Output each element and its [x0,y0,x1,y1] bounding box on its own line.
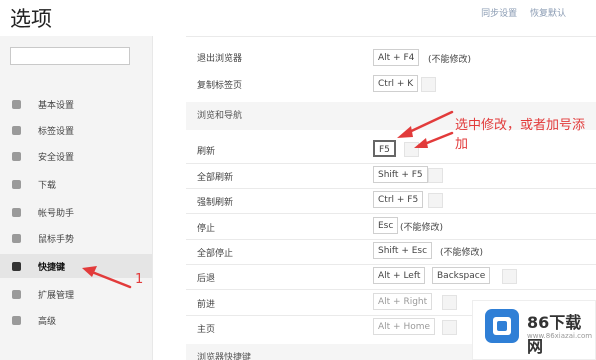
restore-default-link[interactable]: 恢复默认 [530,9,566,19]
row-label-exit: 退出浏览器 [197,54,243,64]
header-links: 同步设置 恢复默认 [471,6,566,19]
sidebar-item-label: 安全设置 [38,152,75,163]
shield-icon [12,151,21,161]
row-label-refresh-all: 全部刷新 [197,173,234,183]
sync-settings-link[interactable]: 同步设置 [481,9,517,19]
key-exit[interactable]: Alt + F4 [373,49,420,66]
divider [186,289,596,290]
sidebar-item-security[interactable]: 安全设置 [0,144,152,168]
sidebar-item-label: 鼠标手势 [38,234,75,245]
key-refresh[interactable]: F5 [373,140,396,157]
add-shortcut-slot[interactable] [421,77,436,92]
key-stop[interactable]: Esc [373,217,399,234]
key-copy-tab[interactable]: Ctrl + K [373,75,419,92]
sidebar-item-label: 帐号助手 [38,208,75,219]
sidebar-item-download[interactable]: 下载 [0,172,152,196]
sidebar-item-label: 扩展管理 [38,290,75,301]
key-home[interactable]: Alt + Home [373,318,436,335]
divider [186,163,596,164]
row-label-back: 后退 [197,274,216,284]
add-shortcut-slot[interactable] [428,168,443,183]
more-icon [12,315,21,325]
note-stop-all: (不能修改) [440,248,484,258]
divider [186,213,596,214]
sidebar-item-basic[interactable]: 基本设置 [0,92,152,116]
sidebar-item-label: 基本设置 [38,100,75,111]
row-label-stop: 停止 [197,224,216,234]
search-input[interactable] [10,47,130,65]
divider [186,264,596,265]
logo-url: www.86xiazai.com [527,332,593,340]
row-label-copy-tab: 复制标签页 [197,81,243,91]
divider [186,239,596,240]
settings-icon [12,99,21,109]
sidebar: 基本设置 标签设置 安全设置 下载 帐号助手 鼠标手势 快捷键 扩展管理 高级 [0,36,153,360]
sidebar-item-mouse[interactable]: 鼠标手势 [0,226,152,250]
key-forward[interactable]: Alt + Right [373,293,433,310]
add-shortcut-slot[interactable] [428,193,443,208]
row-label-stop-all: 全部停止 [197,249,234,259]
key-force-refresh[interactable]: Ctrl + F5 [373,191,424,208]
row-label-home: 主页 [197,325,216,335]
sidebar-item-label: 下载 [38,180,57,191]
key-back[interactable]: Alt + Left [373,267,426,284]
key-icon [12,207,21,217]
note-stop: (不能修改) [400,223,444,233]
sidebar-item-label: 快捷键 [38,262,66,273]
divider [186,188,596,189]
download-icon [12,179,21,189]
row-label-forward: 前进 [197,300,216,310]
sidebar-item-label: 标签设置 [38,126,75,137]
add-shortcut-slot[interactable] [502,269,517,284]
annotation-number: 1 [135,272,144,287]
note-exit: (不能修改) [428,55,472,65]
key-refresh-all[interactable]: Shift + F5 [373,166,428,183]
logo-icon [485,309,519,343]
add-shortcut-slot[interactable] [442,295,457,310]
puzzle-icon [12,289,21,299]
sidebar-item-tabs[interactable]: 标签设置 [0,118,152,142]
key-stop-all[interactable]: Shift + Esc [373,242,433,259]
watermark-logo: 86下载网 www.86xiazai.com [472,300,596,360]
annotation-text: 选中修改，或者加号添加 [455,118,586,152]
mouse-icon [12,233,21,243]
divider [186,36,596,37]
tab-icon [12,125,21,135]
shortcut-icon [12,261,21,271]
sidebar-item-account[interactable]: 帐号助手 [0,200,152,224]
row-label-force-refresh: 强制刷新 [197,198,234,208]
sidebar-item-advanced[interactable]: 高级 [0,308,152,332]
add-shortcut-slot[interactable] [404,142,419,157]
add-shortcut-slot[interactable] [442,320,457,335]
row-label-refresh: 刷新 [197,147,216,157]
sidebar-item-label: 高级 [38,316,57,327]
sidebar-item-extensions[interactable]: 扩展管理 [0,282,152,306]
sidebar-item-shortcuts[interactable]: 快捷键 [0,254,152,278]
key-back-secondary[interactable]: Backspace [432,267,491,284]
page-title: 选项 [10,7,52,31]
